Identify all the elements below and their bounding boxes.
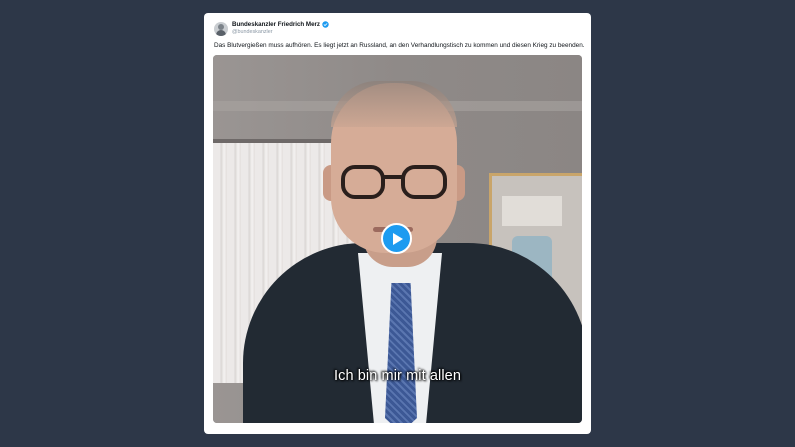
play-icon xyxy=(393,232,403,245)
author-row: Bundeskanzler Friedrich Merz xyxy=(232,21,329,28)
play-button[interactable] xyxy=(381,223,412,254)
author-name[interactable]: Bundeskanzler Friedrich Merz xyxy=(232,21,320,28)
video-glasses-left xyxy=(341,165,385,199)
verified-badge-icon xyxy=(322,21,329,28)
avatar[interactable] xyxy=(214,22,228,36)
video-subtitle: Ich bin mir mit allen xyxy=(334,368,461,384)
tweet-card: Bundeskanzler Friedrich Merz @bundeskanz… xyxy=(204,13,591,434)
video-glasses-right xyxy=(401,165,447,199)
video-player[interactable]: Ich bin mir mit allen xyxy=(213,55,582,423)
author-handle[interactable]: @bundeskanzler xyxy=(232,29,273,35)
video-glasses-bridge xyxy=(384,175,402,179)
picture-light-area xyxy=(502,196,562,226)
avatar-body xyxy=(216,30,226,36)
tweet-text: Das Blutvergießen muss aufhören. Es lieg… xyxy=(214,42,585,49)
